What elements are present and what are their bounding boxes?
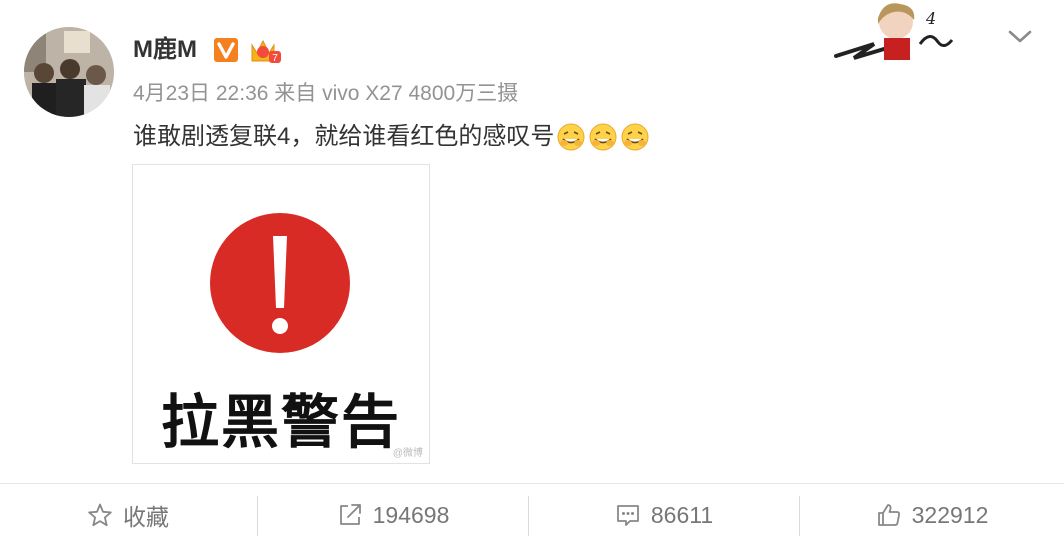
post-image[interactable]: 拉黑警告 @微博	[132, 164, 430, 464]
post-text-row: 谁敢剧透复联4，就给谁看红色的感叹号	[133, 120, 650, 154]
post-text: 谁敢剧透复联4，就给谁看红色的感叹号	[133, 123, 555, 150]
favorite-label: 收藏	[123, 504, 169, 530]
star-icon	[88, 503, 112, 527]
image-watermark: @微博	[392, 448, 423, 459]
profile-card-decoration: 4	[834, 0, 958, 64]
smiling-emoji-icon	[588, 122, 618, 152]
avatar[interactable]	[24, 27, 114, 117]
smiling-emoji-icon	[620, 122, 650, 152]
like-count: 322912	[911, 501, 989, 528]
repost-button[interactable]: 194698	[258, 484, 528, 546]
action-bar: 收藏 194698 86611 322912	[0, 484, 1064, 546]
chevron-down-icon[interactable]	[1006, 26, 1034, 46]
image-caption: 拉黑警告	[160, 388, 401, 456]
share-icon	[339, 504, 361, 525]
post-meta: 4月23日 22:36 来自 vivo X27 4800万三摄	[133, 82, 519, 105]
comment-button[interactable]: 86611	[529, 484, 799, 546]
like-button[interactable]: 322912	[800, 484, 1064, 546]
crown-icon[interactable]: 7	[249, 35, 281, 65]
svg-text:7: 7	[272, 53, 278, 64]
smiling-emoji-icon	[556, 122, 586, 152]
repost-count: 194698	[372, 501, 450, 528]
vip-v-icon[interactable]	[214, 38, 238, 62]
thumbs-up-icon	[877, 504, 900, 526]
comment-count: 86611	[650, 501, 714, 528]
username[interactable]: M鹿M	[133, 34, 197, 66]
comment-icon	[616, 505, 639, 526]
svg-text:4: 4	[925, 9, 936, 28]
alert-circle-icon	[210, 213, 350, 353]
favorite-button[interactable]: 收藏	[0, 484, 256, 546]
